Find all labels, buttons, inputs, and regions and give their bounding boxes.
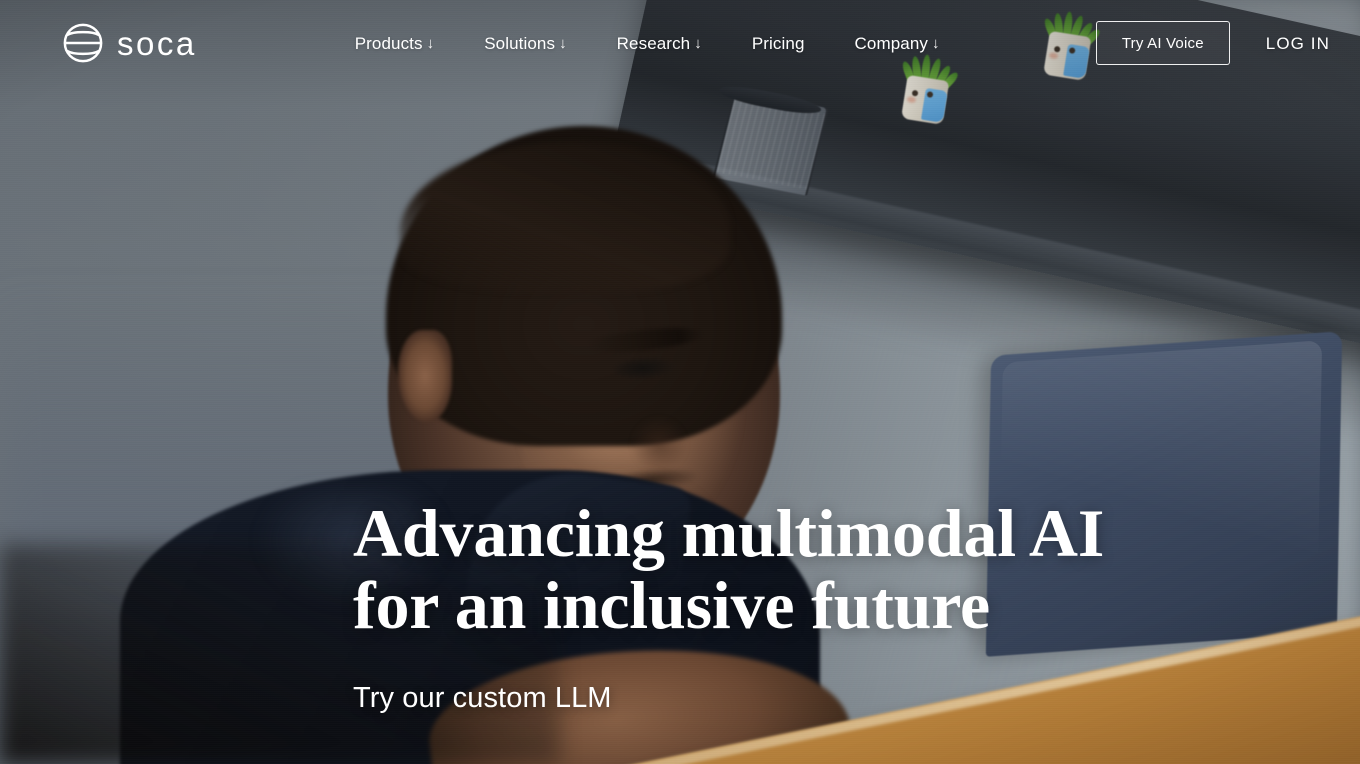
nav-item-products[interactable]: Products ↓: [355, 35, 435, 52]
nav-item-company[interactable]: Company ↓: [855, 35, 940, 52]
nav-item-research[interactable]: Research ↓: [617, 35, 702, 52]
landing-page: soca Products ↓ Solutions ↓ Research ↓ P…: [0, 0, 1360, 764]
nav-item-solutions[interactable]: Solutions ↓: [484, 35, 566, 52]
chevron-down-icon: ↓: [426, 34, 435, 52]
nav-label: Products: [354, 33, 423, 53]
hero-headline: Advancing multimodal AI for an inclusive…: [353, 497, 1113, 641]
brand-logo-link[interactable]: soca: [62, 22, 197, 64]
nav-label: Company: [854, 33, 928, 53]
chevron-down-icon: ↓: [931, 34, 940, 52]
nav-actions: Try AI Voice LOG IN: [1095, 21, 1330, 65]
nav-item-pricing[interactable]: Pricing: [752, 35, 805, 52]
person-nose: [628, 398, 706, 476]
hero-headline-line-2: for an inclusive future: [353, 567, 991, 644]
try-ai-voice-button[interactable]: Try AI Voice: [1095, 21, 1230, 65]
hero-headline-line-1: Advancing multimodal AI: [353, 495, 1105, 571]
login-link[interactable]: LOG IN: [1266, 35, 1330, 52]
planter-scarf: [921, 87, 948, 123]
nav-label: Research: [616, 33, 691, 53]
soca-sphere-logo-icon: [63, 23, 103, 63]
hero-content: Advancing multimodal AI for an inclusive…: [353, 497, 1113, 716]
top-navigation-bar: soca Products ↓ Solutions ↓ Research ↓ P…: [0, 0, 1360, 86]
nav-label: Pricing: [751, 33, 805, 53]
chevron-down-icon: ↓: [559, 34, 567, 52]
nav-label: Solutions: [484, 33, 556, 53]
primary-nav: Products ↓ Solutions ↓ Research ↓ Pricin…: [355, 35, 940, 52]
brand-name: soca: [117, 24, 197, 62]
hero-subtitle-link[interactable]: Try our custom LLM: [353, 681, 1113, 716]
chevron-down-icon: ↓: [694, 34, 702, 52]
